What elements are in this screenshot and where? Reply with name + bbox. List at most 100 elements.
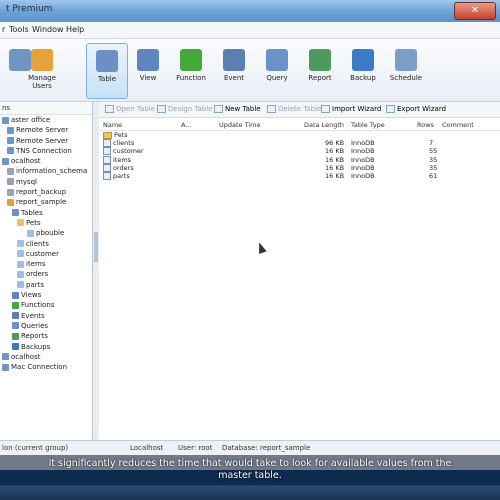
- tree-node-icon: [12, 343, 19, 351]
- table-row[interactable]: parts 16 KB InnoDB 61: [99, 171, 500, 180]
- tree-item[interactable]: Queries: [0, 321, 92, 331]
- connection-tree: ns aster office Remote Server Remote Serve…: [0, 102, 93, 440]
- column-header[interactable]: Update Time: [219, 121, 261, 129]
- taskbar: [0, 486, 500, 500]
- tree-item-label: parts: [26, 280, 45, 289]
- toolbar-button-schedule[interactable]: Schedule: [386, 43, 426, 97]
- tree-item[interactable]: Remote Server: [0, 136, 92, 146]
- toolbar-button-query[interactable]: Query: [257, 43, 297, 97]
- table-action-icon: [105, 105, 114, 113]
- open-table-button[interactable]: Open Table: [105, 105, 155, 113]
- tree-node-icon: [12, 312, 19, 320]
- tree-item[interactable]: report_backup: [0, 187, 92, 197]
- table-row[interactable]: customer 16 KB InnoDB 55: [99, 147, 500, 156]
- tree-item-label: ocalhost: [11, 352, 41, 361]
- row-rows: 35: [429, 155, 438, 164]
- table-row[interactable]: Pets: [99, 131, 500, 139]
- tree-item-label: Views: [21, 291, 42, 300]
- tree-item-label: ocalhost: [11, 157, 41, 166]
- column-header[interactable]: Rows: [417, 121, 434, 129]
- menu-item-tools[interactable]: Tools: [9, 25, 29, 34]
- tree-item-label: clients: [26, 239, 49, 248]
- tree-item-label: report_backup: [16, 188, 67, 197]
- table-icon: [103, 147, 111, 156]
- tree-item[interactable]: Functions: [0, 300, 92, 310]
- tree-node-icon: [17, 250, 24, 258]
- tree-node-icon: [12, 209, 19, 217]
- tree-header: ns: [0, 102, 92, 115]
- column-header[interactable]: Data Length: [304, 121, 344, 129]
- tree-item[interactable]: aster office: [0, 115, 92, 125]
- tree-item[interactable]: Remote Server: [0, 125, 92, 135]
- tree-item[interactable]: orders: [0, 269, 92, 279]
- menu-item-help[interactable]: Help: [66, 25, 84, 34]
- toolbar-button-report[interactable]: Report: [300, 43, 340, 97]
- tree-node-icon: [12, 291, 19, 299]
- tree-item[interactable]: Backups: [0, 342, 92, 352]
- video-subtitle: It significantly reduces the time that w…: [0, 458, 500, 482]
- object-toolbar-label: Design Table: [168, 105, 213, 113]
- table-row[interactable]: clients 96 KB InnoDB 7: [99, 139, 500, 148]
- column-header[interactable]: Name: [103, 121, 122, 129]
- tree-item[interactable]: Tables: [0, 208, 92, 218]
- main-toolbar: Manage Users Table View Function Event Query R…: [0, 39, 500, 102]
- new-table-button[interactable]: New Table: [214, 105, 261, 113]
- export-wizard-button[interactable]: Export Wizard: [386, 105, 446, 113]
- tree-item[interactable]: Pets: [0, 218, 92, 228]
- tree-item[interactable]: customer: [0, 249, 92, 259]
- delete-table-button[interactable]: Delete Table: [267, 105, 321, 113]
- tree-node-icon: [2, 157, 9, 165]
- column-header[interactable]: A...: [181, 121, 192, 129]
- menu-item-file[interactable]: r: [2, 25, 5, 34]
- row-name-cell: clients: [103, 139, 134, 148]
- toolbar-button-function[interactable]: Function: [171, 43, 211, 97]
- tree-node-icon: [27, 229, 34, 237]
- row-name: customer: [113, 147, 144, 156]
- tree-item[interactable]: Events: [0, 311, 92, 321]
- tree-item[interactable]: parts: [0, 280, 92, 290]
- tree-node-icon: [12, 332, 19, 340]
- row-name-cell: Pets: [103, 131, 128, 139]
- column-header[interactable]: Comment: [442, 121, 474, 129]
- row-data-length: 16 KB: [325, 155, 345, 164]
- tree-node-icon: [7, 198, 14, 206]
- tree-item[interactable]: Views: [0, 290, 92, 300]
- row-data-length: 16 KB: [325, 163, 345, 172]
- table-row[interactable]: items 16 KB InnoDB 35: [99, 155, 500, 164]
- toolbar-button-manage-users[interactable]: Manage Users: [22, 43, 62, 97]
- tree-item[interactable]: mysql: [0, 177, 92, 187]
- tree-item-label: Remote Server: [16, 126, 69, 135]
- tree-item[interactable]: Reports: [0, 331, 92, 341]
- menu-bar: r Tools Window Help: [0, 22, 500, 39]
- toolbar-button-event[interactable]: Event: [214, 43, 254, 97]
- tree-item[interactable]: clients: [0, 239, 92, 249]
- tree-item-label: Backups: [21, 342, 51, 351]
- toolbar-button-backup[interactable]: Backup: [343, 43, 383, 97]
- tree-item-label: TNS Connection: [16, 146, 72, 155]
- table-list: Pets clients 96 KB InnoDB 7 customer 16 KB Inno…: [99, 131, 500, 180]
- splitter-grip[interactable]: [94, 232, 98, 262]
- toolbar-button-view[interactable]: View: [128, 43, 168, 97]
- row-rows: 7: [429, 139, 434, 148]
- tree-item[interactable]: pbouble: [0, 228, 92, 238]
- object-toolbar-label: Import Wizard: [332, 105, 382, 113]
- toolbar-button-table[interactable]: Table: [86, 43, 128, 99]
- tree-item[interactable]: items: [0, 259, 92, 269]
- column-header[interactable]: Table Type: [351, 121, 385, 129]
- toolbar-label: Event: [223, 74, 245, 82]
- tree-item[interactable]: TNS Connection: [0, 146, 92, 156]
- design-table-button[interactable]: Design Table: [157, 105, 213, 113]
- row-data-length: 16 KB: [325, 147, 345, 156]
- tree-node-icon: [7, 178, 14, 186]
- toolbar-label: Query: [266, 74, 288, 82]
- tree-item[interactable]: report_sample: [0, 197, 92, 207]
- tree-item[interactable]: ocalhost: [0, 156, 92, 166]
- table-row[interactable]: orders 16 KB InnoDB 35: [99, 163, 500, 172]
- tree-item[interactable]: Mac Connection: [0, 362, 92, 372]
- menu-item-window[interactable]: Window: [32, 25, 64, 34]
- tree-item[interactable]: ocalhost: [0, 352, 92, 362]
- tree-item[interactable]: information_schema: [0, 166, 92, 176]
- import-wizard-button[interactable]: Import Wizard: [321, 105, 381, 113]
- tree-item-label: Reports: [21, 332, 48, 341]
- close-button[interactable]: ✕: [454, 2, 496, 20]
